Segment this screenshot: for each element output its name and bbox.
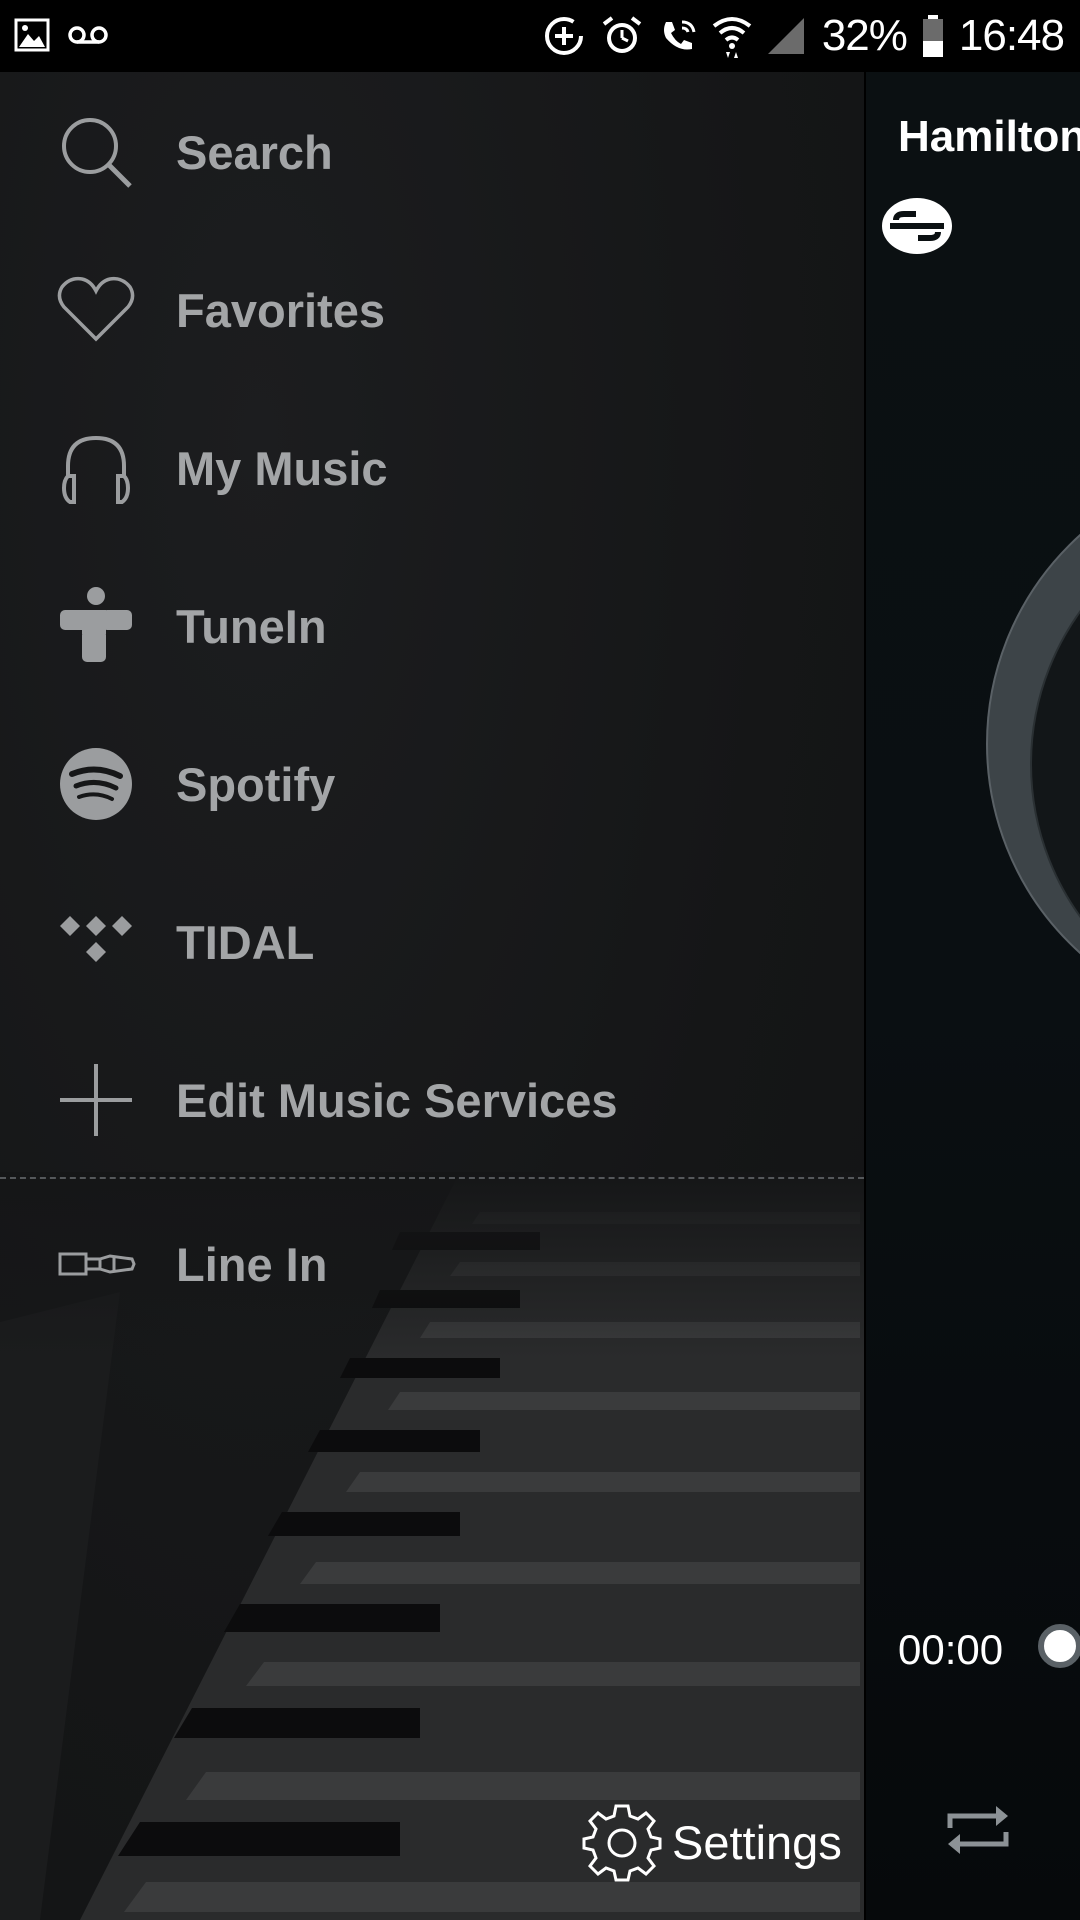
drawer-item-tidal[interactable]: TIDAL (0, 882, 864, 1002)
navigation-drawer: Search Favorites My Music TuneIn Spotify… (0, 72, 864, 1920)
signal-icon (767, 18, 804, 54)
status-bar: 32% 16:48 (0, 0, 1080, 72)
drawer-item-my-music[interactable]: My Music (0, 408, 864, 528)
elapsed-time: 00:00 (898, 1626, 1004, 1673)
drawer-edge (864, 72, 866, 1920)
drawer-item-label: Line In (176, 1237, 328, 1291)
voicemail-icon (68, 26, 108, 44)
status-left-icons (14, 18, 108, 52)
now-playing-panel: Hamilton 00:00 (866, 72, 1080, 1920)
menu-divider (0, 1177, 864, 1179)
headphones-icon (56, 428, 136, 508)
drawer-item-label: TuneIn (176, 599, 327, 653)
repeat-icon[interactable] (942, 1794, 1014, 1866)
heart-icon (56, 270, 136, 350)
gallery-icon (14, 18, 50, 52)
drawer-item-label: Favorites (176, 283, 385, 337)
device-link-icon[interactable] (880, 196, 954, 256)
status-right-icons: 32% 16:48 (542, 10, 1065, 62)
tidal-icon (56, 902, 136, 982)
spotify-icon (56, 744, 136, 824)
drawer-item-label: My Music (176, 441, 388, 495)
wifi-calling-icon (663, 20, 696, 50)
audio-jack-icon (56, 1224, 136, 1304)
tunein-icon (56, 586, 136, 666)
drawer-item-tunein[interactable]: TuneIn (0, 566, 864, 686)
drawer-item-search[interactable]: Search (0, 92, 864, 212)
settings-label: Settings (672, 1815, 842, 1869)
settings-button[interactable]: Settings (582, 1800, 842, 1884)
drawer-item-label: Edit Music Services (176, 1073, 618, 1127)
plus-icon (56, 1060, 136, 1140)
wifi-icon (712, 17, 752, 58)
drawer-item-label: Spotify (176, 757, 336, 811)
status-time: 16:48 (958, 11, 1065, 60)
now-playing-title[interactable]: Hamilton (898, 112, 1080, 162)
progress-slider-knob[interactable] (1038, 1624, 1080, 1668)
battery-icon (922, 15, 943, 57)
drawer-item-edit-music-services[interactable]: Edit Music Services (0, 1040, 864, 1160)
drawer-item-spotify[interactable]: Spotify (0, 724, 864, 844)
drawer-item-label: TIDAL (176, 915, 315, 969)
screen: 32% 16:48 Hamilton 00:00 Search Favorite… (0, 0, 1080, 1920)
drawer-item-line-in[interactable]: Line In (0, 1204, 864, 1324)
alarm-icon (602, 16, 642, 53)
battery-percent: 32% (821, 11, 908, 60)
gear-icon (582, 1804, 662, 1882)
drawer-item-label: Search (176, 125, 333, 179)
search-icon (56, 112, 136, 192)
drawer-item-favorites[interactable]: Favorites (0, 250, 864, 370)
data-saver-icon (544, 17, 583, 55)
